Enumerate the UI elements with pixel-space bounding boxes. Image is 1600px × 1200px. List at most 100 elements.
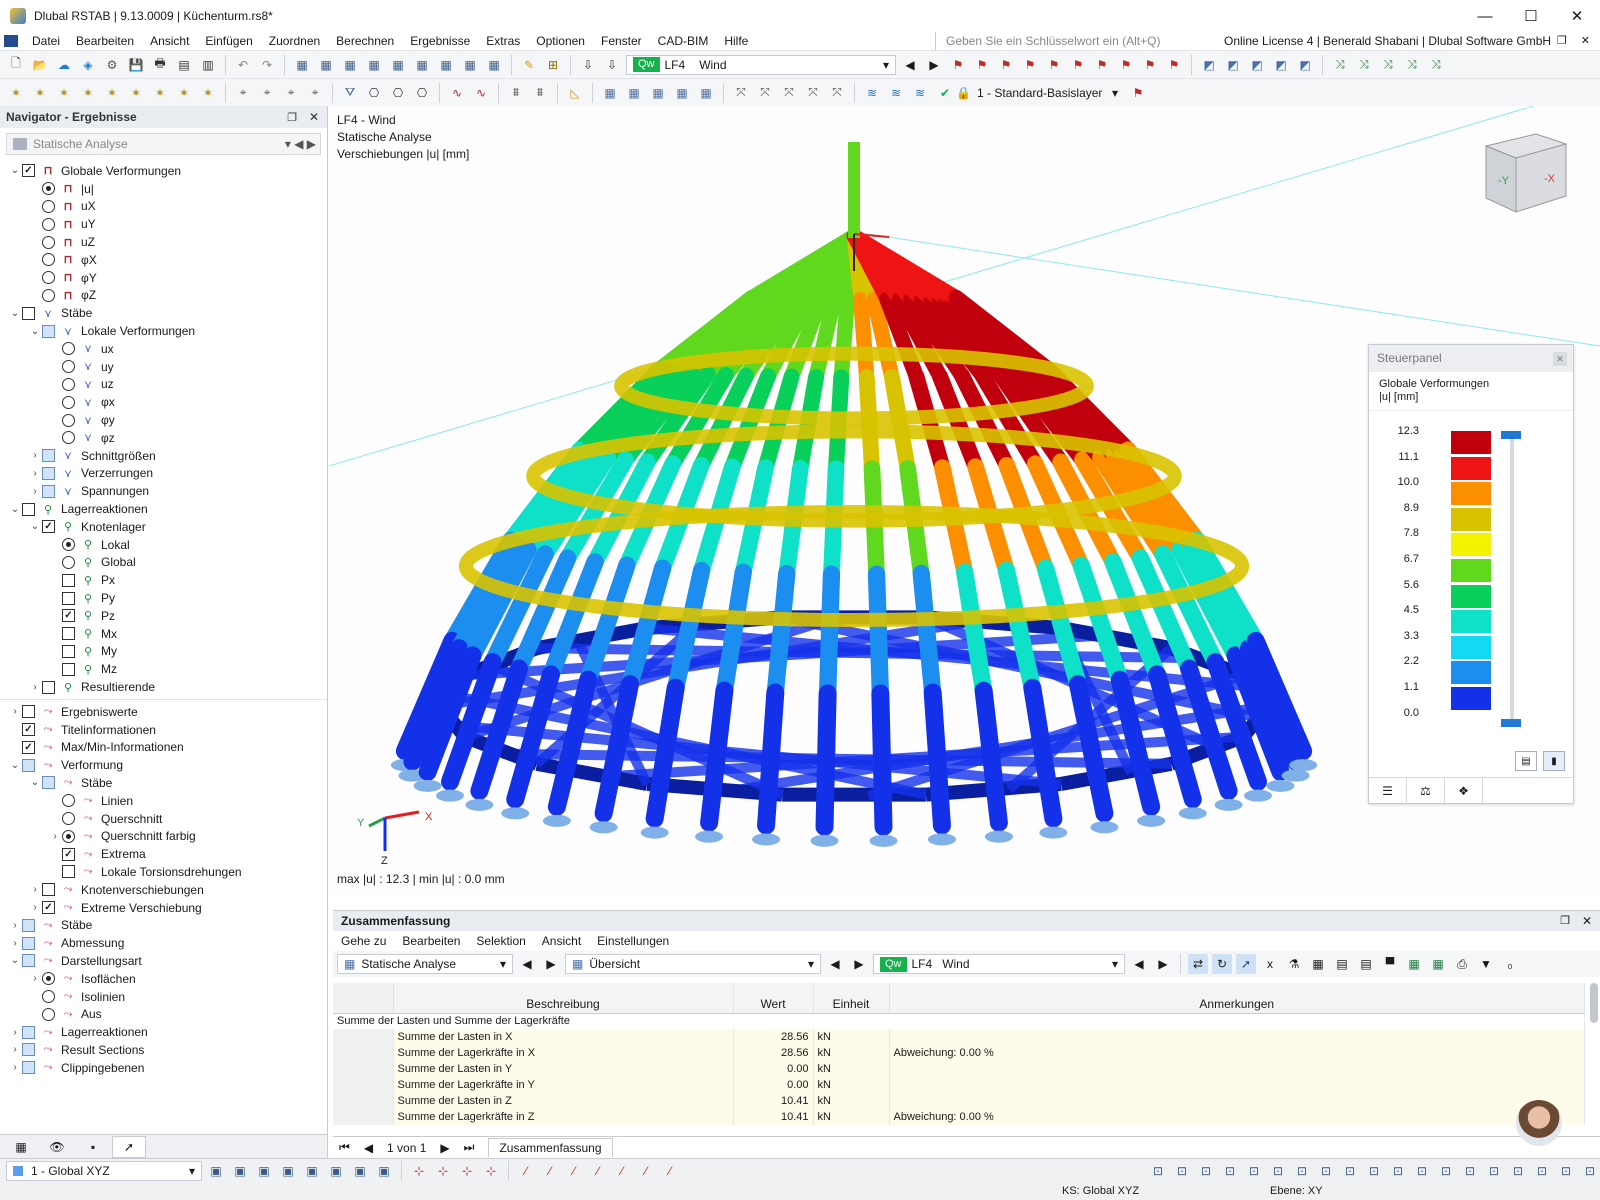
magnet-icon[interactable]: ⊡ <box>1316 1161 1336 1181</box>
member-icon[interactable]: ▣ <box>326 1161 346 1181</box>
collapse-chevron-icon[interactable]: ⌄ <box>8 165 22 176</box>
result-icon[interactable]: ∿ <box>447 83 467 103</box>
checkbox[interactable] <box>62 644 75 658</box>
mirror-icon[interactable]: ⤧ <box>779 83 799 103</box>
layer-icon[interactable]: ≋ <box>862 83 882 103</box>
angle-icon[interactable]: ⊡ <box>1268 1161 1288 1181</box>
section-icon[interactable]: ⩩ <box>530 83 550 103</box>
radio-button[interactable] <box>42 990 55 1004</box>
grid-icon[interactable]: ▦ <box>340 55 360 75</box>
table-row[interactable]: Summe der Lasten in Y 0.00 kN <box>333 1061 1585 1077</box>
expand-chevron-icon[interactable]: › <box>28 682 42 693</box>
section-icon[interactable]: ⩩ <box>506 83 526 103</box>
expand-chevron-icon[interactable]: › <box>8 920 22 931</box>
radio-button[interactable] <box>62 812 75 826</box>
close-doc-icon[interactable]: ✕ <box>1581 32 1590 50</box>
color-scale-icon[interactable]: ◺ <box>565 83 585 103</box>
search-input[interactable]: Geben Sie ein Schlüsselwort ein (Alt+Q) <box>935 32 1195 50</box>
member-icon[interactable]: ▣ <box>350 1161 370 1181</box>
visibility-icon[interactable]: ▦ <box>696 83 716 103</box>
console-icon[interactable]: ▦ <box>388 55 408 75</box>
tree-item[interactable]: › ⤳ Ergebniswerte <box>0 703 327 721</box>
grid-icon[interactable]: ⊡ <box>1292 1161 1312 1181</box>
snap-box-icon[interactable]: ⊡ <box>1220 1161 1240 1181</box>
expand-chevron-icon[interactable]: › <box>28 902 42 913</box>
snap-point-icon[interactable]: ⊡ <box>1172 1161 1192 1181</box>
maximize-button[interactable]: ☐ <box>1508 0 1554 32</box>
load-icon[interactable]: ⌖ <box>305 83 325 103</box>
view-cube[interactable]: -Y -X <box>1476 126 1572 220</box>
menu-3[interactable]: Einfügen <box>197 34 260 48</box>
radio-button[interactable] <box>42 253 55 267</box>
member-icon[interactable]: ⌖ <box>281 83 301 103</box>
tree-item[interactable]: ⚲ Mz <box>0 660 327 678</box>
expand-chevron-icon[interactable]: › <box>28 486 42 497</box>
deformation-icon[interactable]: ⚑ <box>1068 55 1088 75</box>
checkbox[interactable] <box>42 466 55 480</box>
checkbox[interactable] <box>62 662 75 676</box>
tree-item[interactable]: ⋎ uy <box>0 358 327 376</box>
expand-chevron-icon[interactable]: › <box>8 706 22 717</box>
checkbox[interactable]: ✓ <box>22 740 35 754</box>
checkbox[interactable] <box>22 705 35 719</box>
summary-menu-item[interactable]: Einstellungen <box>597 934 669 948</box>
data-tab-icon[interactable]: ▦ <box>4 1136 38 1158</box>
collapse-chevron-icon[interactable]: ⌄ <box>28 326 42 337</box>
view-top-icon[interactable]: ⎔ <box>412 83 432 103</box>
expand-chevron-icon[interactable]: › <box>28 450 42 461</box>
web-icon[interactable]: ◈ <box>78 55 98 75</box>
member-icon[interactable]: ✶ <box>102 83 122 103</box>
table-icon[interactable]: ▤ <box>1332 954 1352 974</box>
expand-chevron-icon[interactable]: › <box>8 1044 22 1055</box>
node-icon[interactable]: ⊹ <box>457 1161 477 1181</box>
expand-chevron-icon[interactable]: › <box>28 468 42 479</box>
tree-item[interactable]: ⋎ ux <box>0 340 327 358</box>
square-icon[interactable]: ⊡ <box>1340 1161 1360 1181</box>
radio-button[interactable] <box>42 271 55 285</box>
first-page-icon[interactable]: ⏮ <box>339 1140 350 1155</box>
menu-2[interactable]: Ansicht <box>142 34 197 48</box>
tree-item[interactable]: ⌄ ✓ ⚲ Knotenlager <box>0 518 327 536</box>
member-icon[interactable]: ▣ <box>302 1161 322 1181</box>
legend-scale-button[interactable]: ▮ <box>1543 751 1565 771</box>
box-icon[interactable]: ◩ <box>1295 55 1315 75</box>
tree-item[interactable]: ⊓ uY <box>0 215 327 233</box>
column-header-notes[interactable]: Anmerkungen <box>889 983 1585 1014</box>
menu-1[interactable]: Bearbeiten <box>68 34 142 48</box>
checkbox[interactable] <box>62 627 75 641</box>
section-icon[interactable]: ⚑ <box>1140 55 1160 75</box>
render-icon[interactable]: ⚑ <box>1164 55 1184 75</box>
float-summary-icon[interactable]: ❐ <box>1560 911 1570 931</box>
save-icon[interactable]: 💾 <box>126 55 146 75</box>
table-row[interactable]: Summe der Lasten in Z 10.41 kN <box>333 1093 1585 1109</box>
arc-icon[interactable]: ⁄ <box>564 1161 584 1181</box>
values-icon[interactable]: ⚑ <box>1092 55 1112 75</box>
tree-item[interactable]: ⋎ φy <box>0 411 327 429</box>
expand-chevron-icon[interactable]: › <box>8 938 22 949</box>
table-row[interactable]: Summe der Lagerkräfte in X 28.56 kN Abweich… <box>333 1045 1585 1061</box>
checkbox[interactable] <box>22 758 35 772</box>
node-icon[interactable]: ⊹ <box>409 1161 429 1181</box>
radio-button[interactable] <box>62 342 75 356</box>
filter-icon[interactable]: ⛛ <box>340 83 360 103</box>
menu-7[interactable]: Extras <box>478 34 528 48</box>
member-icon[interactable]: ▣ <box>374 1161 394 1181</box>
line-icon[interactable]: ⁄ <box>516 1161 536 1181</box>
radio-button[interactable] <box>62 431 75 445</box>
layers-icon[interactable]: ▦ <box>436 55 456 75</box>
clip-icon[interactable]: ▦ <box>460 55 480 75</box>
arc-icon[interactable]: ⁄ <box>540 1161 560 1181</box>
member-icon[interactable]: ✶ <box>78 83 98 103</box>
cross-icon[interactable]: ⁄ <box>612 1161 632 1181</box>
open-icon[interactable]: 📂 <box>30 55 50 75</box>
video-tab-icon[interactable]: ▪ <box>76 1136 110 1158</box>
checkbox[interactable]: ✓ <box>62 609 75 623</box>
view-icon[interactable]: ▦ <box>292 55 312 75</box>
coordinate-system-select[interactable]: 1 - Global XYZ ▾ <box>6 1161 202 1181</box>
expand-chevron-icon[interactable]: › <box>28 973 42 984</box>
values-icon[interactable]: x <box>1260 954 1280 974</box>
member-icon[interactable]: ⁄ <box>660 1161 680 1181</box>
close-panel-icon[interactable]: ✕ <box>1553 352 1567 366</box>
column-header-unit[interactable]: Einheit <box>813 983 890 1014</box>
next-arrow-icon[interactable]: ▶ <box>1153 954 1173 974</box>
